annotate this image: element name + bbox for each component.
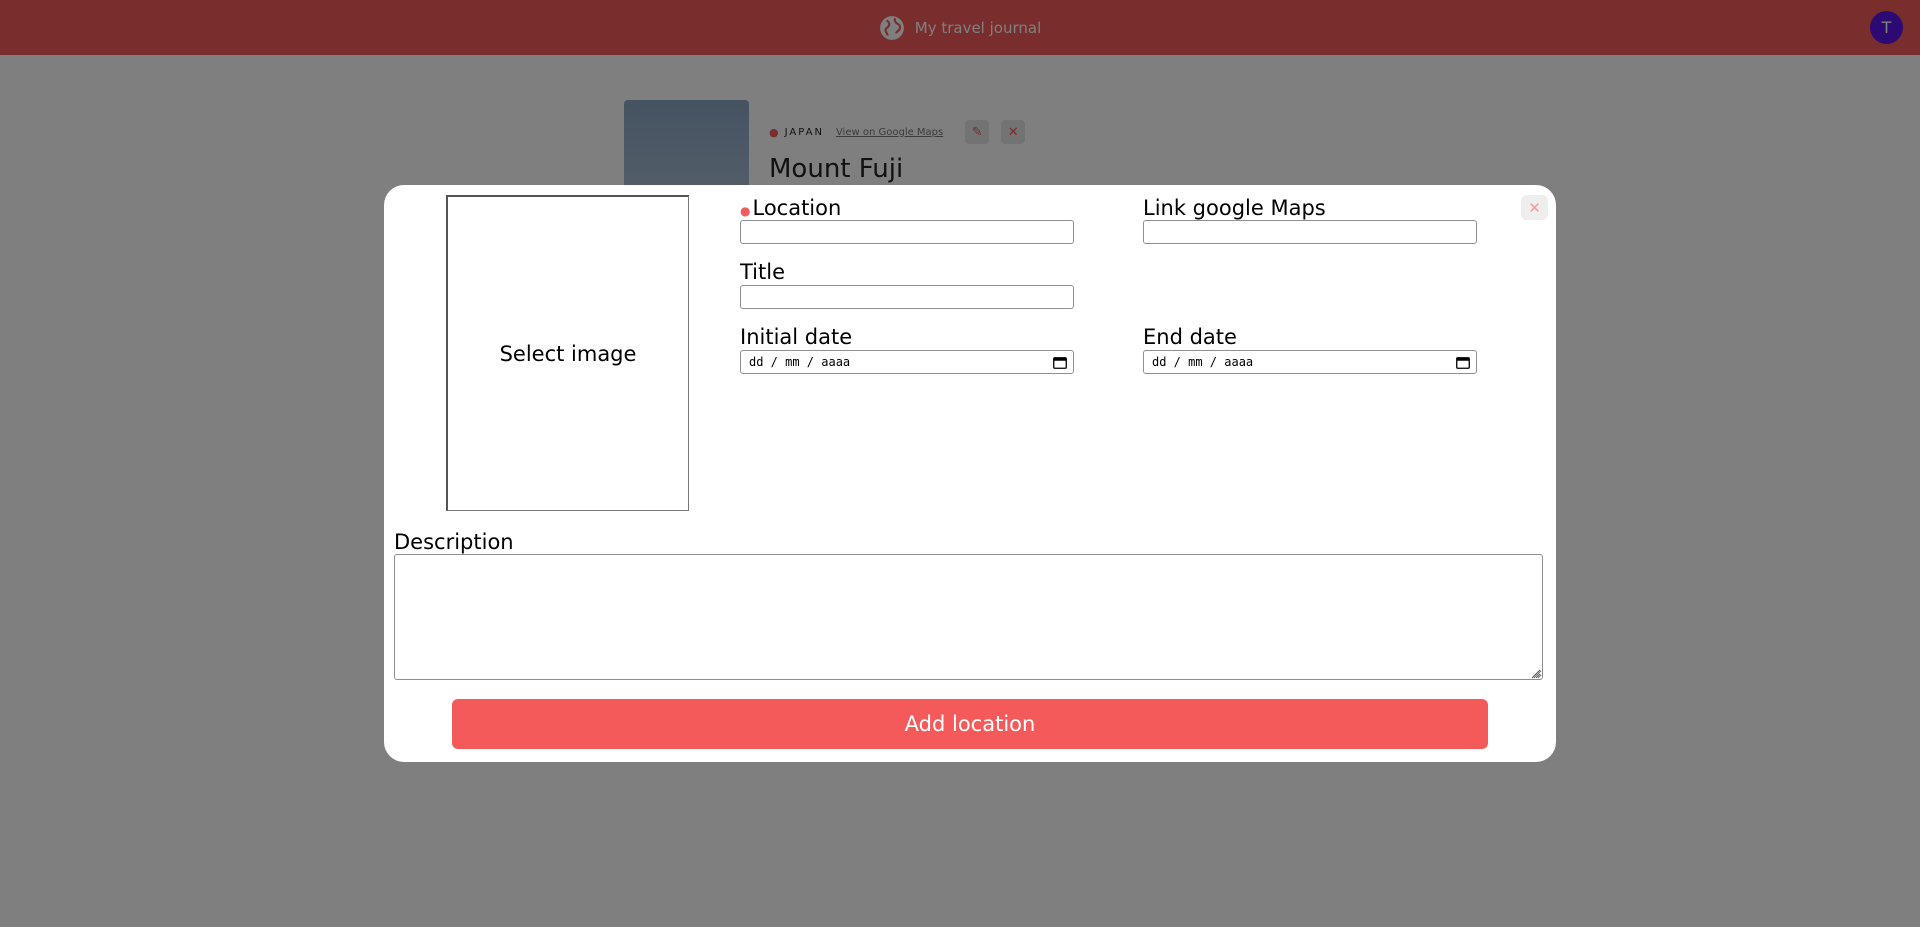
initial-date-label: Initial date [740,325,853,349]
add-location-modal: ✕ Select image ●Location Link google Map… [384,185,1556,762]
maps-link-input[interactable] [1143,220,1477,244]
end-date-placeholder: dd / mm / aaaa [1152,355,1254,369]
select-image-label: Select image [499,341,637,366]
location-pin-icon: ● [740,204,751,218]
title-label: Title [740,260,786,284]
initial-date-placeholder: dd / mm / aaaa [749,355,851,369]
resize-grip-icon[interactable] [1529,667,1541,679]
close-icon: ✕ [1528,198,1541,217]
initial-date-input[interactable]: dd / mm / aaaa [740,350,1074,374]
end-date-label: End date [1143,325,1237,349]
add-location-button[interactable]: Add location [452,699,1488,749]
calendar-icon[interactable] [1052,355,1067,369]
description-label: Description [394,530,514,554]
title-input[interactable] [740,285,1074,309]
select-image-button[interactable]: Select image [446,195,689,511]
close-modal-button[interactable]: ✕ [1521,195,1548,220]
location-label-text: Location [752,196,842,220]
maps-link-label: Link google Maps [1143,196,1326,220]
description-textarea[interactable] [394,554,1543,680]
end-date-input[interactable]: dd / mm / aaaa [1143,350,1477,374]
location-input[interactable] [740,220,1074,244]
calendar-icon[interactable] [1455,355,1470,369]
location-label: ●Location [740,198,841,219]
